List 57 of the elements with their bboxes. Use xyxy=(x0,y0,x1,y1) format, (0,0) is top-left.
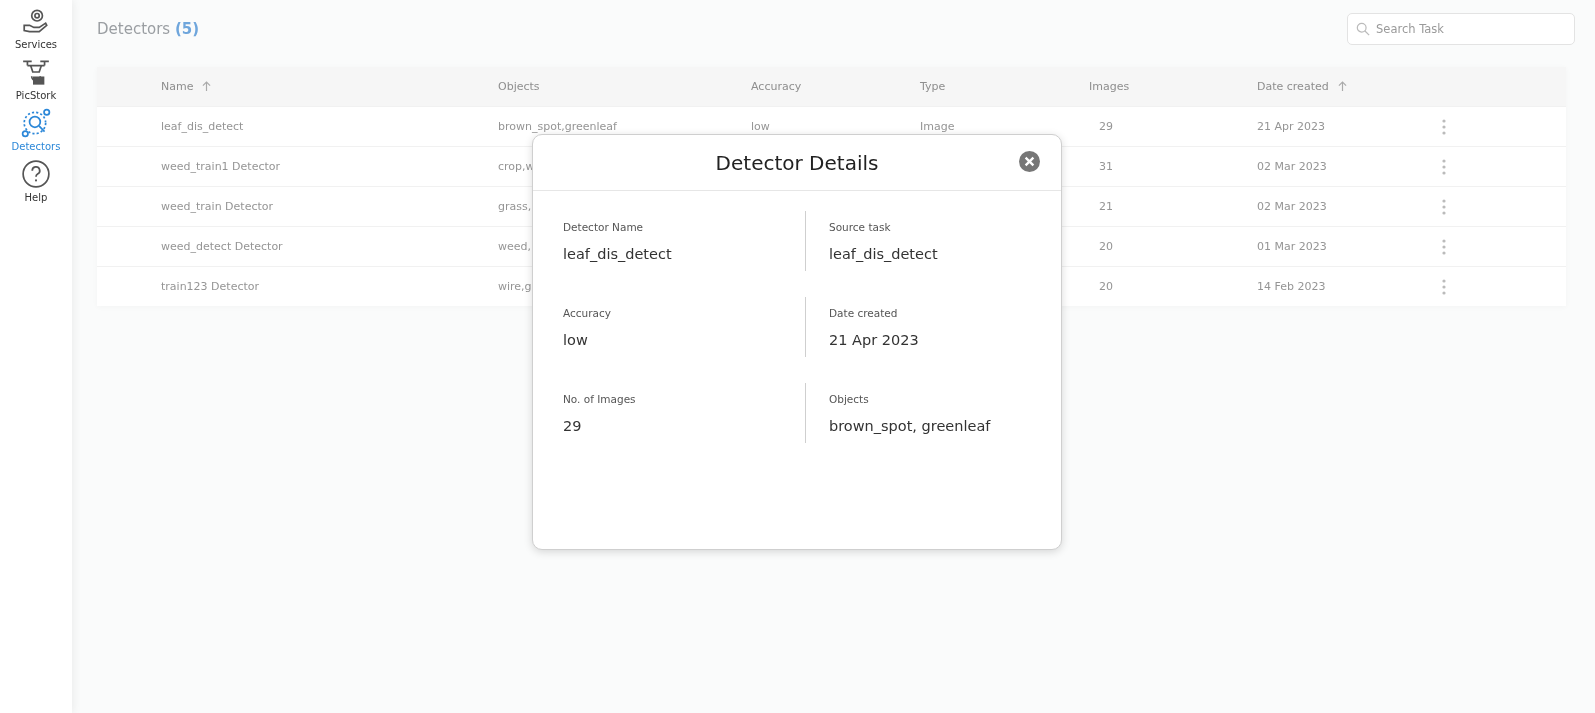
table-cell: 20 xyxy=(1099,280,1113,293)
page-title: Detectors (5) xyxy=(97,20,200,38)
table-cell: brown_spot,greenleaf xyxy=(498,120,617,133)
field-label: Detector Name xyxy=(563,220,645,233)
field-value: leaf_dis_detect xyxy=(563,245,673,262)
sidebar-item[interactable]: Services xyxy=(4,6,68,50)
table-cell: 21 Apr 2023 xyxy=(1257,120,1325,133)
table-cell: Image xyxy=(920,120,955,133)
table-cell: 01 Mar 2023 xyxy=(1257,240,1327,253)
field-value: 21 Apr 2023 xyxy=(829,331,920,348)
table-cell: weed_train Detector xyxy=(161,200,274,213)
field-value: brown_spot, greenleaf xyxy=(829,417,992,434)
table-cell: weed, xyxy=(498,240,531,253)
column-header[interactable]: Type xyxy=(920,80,946,93)
field-value: leaf_dis_detect xyxy=(829,245,939,262)
table-cell: 02 Mar 2023 xyxy=(1257,200,1327,213)
field-label: No. of Images xyxy=(563,392,637,405)
drone-icon xyxy=(21,57,51,87)
column-header[interactable]: Images xyxy=(1089,80,1130,93)
field-label: Accuracy xyxy=(563,306,612,319)
table-cell: wire,g xyxy=(498,280,532,293)
column-header[interactable]: Date created xyxy=(1257,80,1329,93)
table-cell: train123 Detector xyxy=(161,280,260,293)
sidebar-item[interactable]: PicStork xyxy=(4,57,68,101)
column-header[interactable]: Accuracy xyxy=(751,80,802,93)
table-cell: 29 xyxy=(1099,120,1113,133)
table-cell: grass, xyxy=(498,200,532,213)
column-header[interactable]: Name xyxy=(161,80,194,93)
field-label: Objects xyxy=(829,392,870,405)
more-options-icon[interactable] xyxy=(1442,158,1446,175)
sort-arrow-icon[interactable] xyxy=(202,81,212,92)
table-cell: 20 xyxy=(1099,240,1113,253)
help-icon xyxy=(21,159,51,189)
dialog-title: Detector Details xyxy=(715,150,879,175)
field-value: 29 xyxy=(563,417,583,434)
table-cell: low xyxy=(751,120,770,133)
more-options-icon[interactable] xyxy=(1442,278,1446,295)
table-cell: 02 Mar 2023 xyxy=(1257,160,1327,173)
more-options-icon[interactable] xyxy=(1442,118,1446,135)
field-label: Source task xyxy=(829,220,892,233)
search-field[interactable]: Search Task xyxy=(1347,13,1575,45)
sort-arrow-icon[interactable] xyxy=(1337,81,1347,92)
close-icon[interactable] xyxy=(1019,151,1040,172)
table-cell: weed_detect Detector xyxy=(161,240,283,253)
field-value: low xyxy=(563,331,589,348)
field-label: Date created xyxy=(829,306,899,319)
sidebar-item[interactable]: Help xyxy=(4,159,68,203)
magnifier-icon xyxy=(21,108,51,138)
table-cell: 14 Feb 2023 xyxy=(1257,280,1326,293)
table-cell: 21 xyxy=(1099,200,1113,213)
table-cell: leaf_dis_detect xyxy=(161,120,244,133)
more-options-icon[interactable] xyxy=(1442,238,1446,255)
table-cell: weed_train1 Detector xyxy=(161,160,281,173)
sidebar-item[interactable]: Detectors xyxy=(4,108,68,152)
column-header[interactable]: Objects xyxy=(498,80,540,93)
table-cell: 31 xyxy=(1099,160,1113,173)
more-options-icon[interactable] xyxy=(1442,198,1446,215)
